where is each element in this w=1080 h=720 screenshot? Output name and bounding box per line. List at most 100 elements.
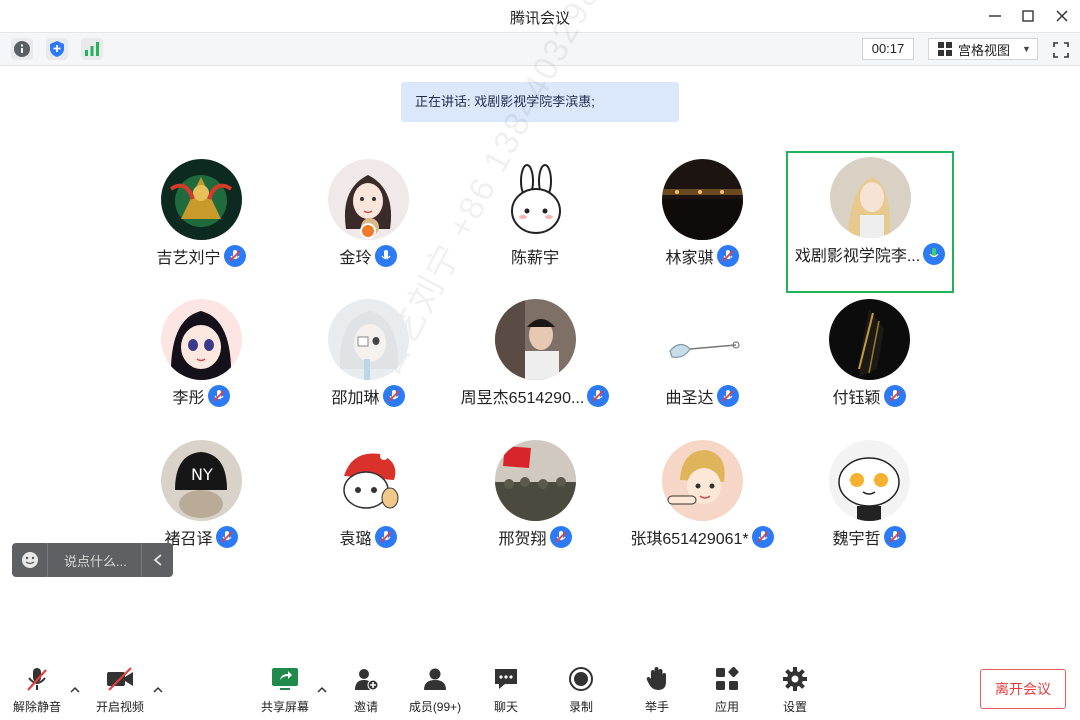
chevron-left-icon xyxy=(153,554,162,566)
participant-name: 陈薪宇 xyxy=(510,250,559,267)
participant-name: 金玲 xyxy=(339,250,372,267)
shield-icon xyxy=(50,41,64,57)
mic-muted-icon xyxy=(751,526,774,548)
mic-muted-icon xyxy=(223,245,246,267)
participant-tile[interactable]: 付钰颖 xyxy=(786,293,952,433)
participant-name: 吉艺刘宁 xyxy=(156,250,221,267)
participant-name: 周昱杰6514290... xyxy=(460,390,585,407)
start-video-button[interactable]: 开启视频 xyxy=(88,664,152,716)
close-icon xyxy=(1056,10,1068,22)
participant-tile[interactable]: 吉艺刘宁 xyxy=(118,153,284,293)
members-icon xyxy=(424,668,446,690)
fullscreen-button[interactable] xyxy=(1050,39,1072,61)
mic-active-icon xyxy=(923,243,946,265)
minimize-icon xyxy=(989,15,1001,17)
security-button[interactable] xyxy=(46,38,68,60)
mic-muted-icon xyxy=(883,385,906,407)
participant-name: 邢贺翔 xyxy=(498,531,547,548)
participant-tile[interactable]: 邢贺翔 xyxy=(452,434,618,574)
share-screen-button[interactable]: 共享屏幕 xyxy=(253,664,317,716)
view-mode-dropdown[interactable]: 宫格视图 ▼ xyxy=(928,38,1038,60)
title-bar: 腾讯会议 xyxy=(0,0,1080,32)
participant-tile[interactable]: 魏宇哲 xyxy=(786,434,952,574)
avatar xyxy=(829,157,911,238)
avatar xyxy=(494,159,576,240)
participant-tile-active-speaker[interactable]: 戏剧影视学院李... xyxy=(786,151,954,293)
audio-options-caret[interactable] xyxy=(68,682,82,696)
participant-tile[interactable]: 曲圣达 xyxy=(619,293,785,433)
video-off-icon xyxy=(107,667,133,691)
share-screen-label: 共享屏幕 xyxy=(260,700,309,714)
meeting-timer: 00:17 xyxy=(862,38,914,60)
participant-tile[interactable]: 邵加琳 xyxy=(285,293,451,433)
add-user-icon xyxy=(355,669,379,691)
signal-bars-icon xyxy=(85,42,99,56)
participant-name: 林家骐 xyxy=(665,250,714,267)
quick-chat-bar[interactable]: 说点什么... xyxy=(12,543,173,577)
meeting-window: 腾讯会议 00:17 宫格视图 ▼ 正在讲话: 戏剧影视学院李滨惠; 吉艺刘宁 … xyxy=(0,0,1080,720)
maximize-button[interactable] xyxy=(1016,4,1040,28)
record-icon xyxy=(569,667,593,691)
emoji-button[interactable] xyxy=(12,543,48,577)
unmute-button[interactable]: 解除静音 xyxy=(5,664,69,716)
invite-label: 邀请 xyxy=(353,700,378,714)
mic-off-icon xyxy=(27,668,47,691)
participant-name: 李彤 xyxy=(172,390,205,407)
chevron-up-icon xyxy=(70,686,80,693)
invite-button[interactable]: 邀请 xyxy=(334,664,398,716)
mic-muted-icon xyxy=(207,385,230,407)
svg-text:NY: NY xyxy=(191,465,213,484)
mic-muted-icon xyxy=(374,526,397,548)
start-video-label: 开启视频 xyxy=(95,700,144,714)
avatar xyxy=(160,299,242,380)
avatar xyxy=(327,440,409,521)
bottom-toolbar: 解除静音 开启视频 共享屏幕 邀请 成员(99+) 聊天 录制 举手 应用 设置 xyxy=(0,656,1080,720)
chat-icon xyxy=(495,669,517,689)
close-button[interactable] xyxy=(1050,4,1074,28)
settings-label: 设置 xyxy=(782,700,807,714)
apps-label: 应用 xyxy=(714,700,739,714)
avatar xyxy=(828,299,910,380)
hand-icon xyxy=(646,667,666,690)
participant-tile[interactable]: 张琪651429061* xyxy=(619,434,785,574)
record-button[interactable]: 录制 xyxy=(549,664,613,716)
video-options-caret[interactable] xyxy=(151,682,165,696)
participant-name: 张琪651429061* xyxy=(630,531,749,548)
leave-meeting-button[interactable]: 离开会议 xyxy=(980,669,1066,709)
members-button[interactable]: 成员(99+) xyxy=(403,664,467,716)
top-toolbar: 00:17 宫格视图 ▼ xyxy=(0,32,1080,66)
participant-tile[interactable]: 袁璐 xyxy=(285,434,451,574)
window-title: 腾讯会议 xyxy=(509,10,570,27)
participant-tile[interactable]: 陈薪宇 xyxy=(452,153,618,293)
mic-muted-icon xyxy=(549,526,572,548)
info-icon xyxy=(14,41,30,57)
participant-name: 付钰颖 xyxy=(832,390,881,407)
avatar xyxy=(494,299,576,380)
participant-name: 曲圣达 xyxy=(665,390,714,407)
settings-button[interactable]: 设置 xyxy=(763,664,827,716)
avatar xyxy=(661,440,743,521)
emoji-icon xyxy=(21,552,38,568)
avatar xyxy=(160,159,242,240)
chat-input[interactable]: 说点什么... xyxy=(48,551,141,570)
collapse-chat-button[interactable] xyxy=(141,543,173,577)
participant-tile[interactable]: 金玲 xyxy=(285,153,451,293)
raise-hand-label: 举手 xyxy=(644,700,669,714)
share-options-caret[interactable] xyxy=(315,682,329,696)
meeting-info-button[interactable] xyxy=(11,38,33,60)
members-label: 成员(99+) xyxy=(408,700,462,714)
minimize-button[interactable] xyxy=(983,4,1007,28)
chevron-up-icon xyxy=(153,686,163,693)
unmute-label: 解除静音 xyxy=(12,700,61,714)
avatar xyxy=(327,299,409,380)
participant-name: 戏剧影视学院李... xyxy=(794,248,921,265)
participant-tile[interactable]: 周昱杰6514290... xyxy=(452,293,618,433)
participant-tile[interactable]: 林家骐 xyxy=(619,153,785,293)
host-badge-icon xyxy=(360,223,376,239)
apps-button[interactable]: 应用 xyxy=(695,664,759,716)
network-status-button[interactable] xyxy=(81,38,103,60)
raise-hand-button[interactable]: 举手 xyxy=(625,664,689,716)
participant-tile[interactable]: 李彤 xyxy=(118,293,284,433)
mic-muted-icon xyxy=(587,385,610,407)
chat-button[interactable]: 聊天 xyxy=(474,664,538,716)
